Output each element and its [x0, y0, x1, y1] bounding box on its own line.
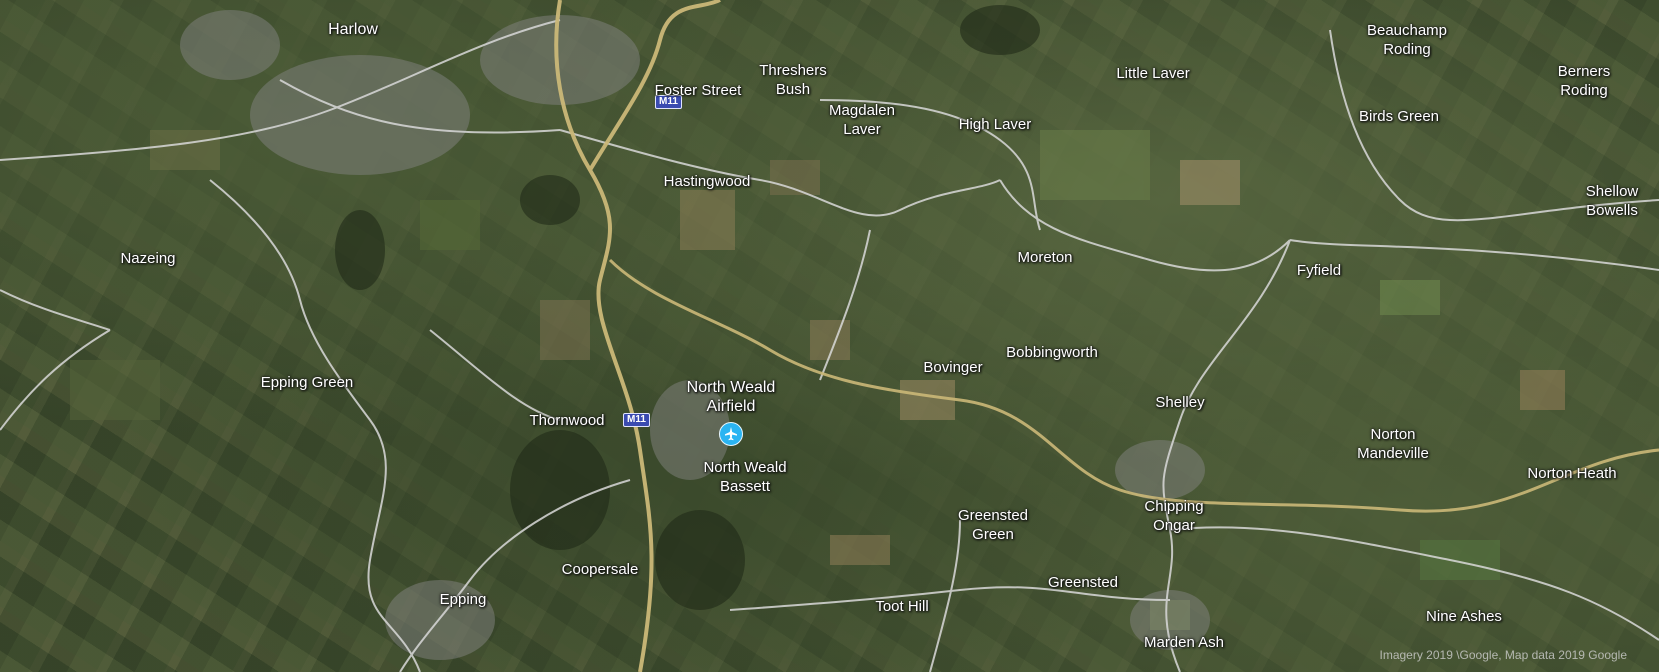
place-label-threshers-bush[interactable]: Threshers Bush [759, 61, 827, 99]
place-label-magdalen-laver[interactable]: Magdalen Laver [829, 101, 895, 139]
place-label-high-laver[interactable]: High Laver [959, 115, 1032, 134]
place-label-epping[interactable]: Epping [440, 590, 487, 609]
place-label-chipping-ongar[interactable]: Chipping Ongar [1144, 497, 1203, 535]
place-label-little-laver[interactable]: Little Laver [1116, 64, 1189, 83]
satellite-map[interactable]: M11 M11 Harlow Foster Street Threshers Bu… [0, 0, 1659, 672]
place-label-shelley[interactable]: Shelley [1155, 393, 1204, 412]
map-attribution: Imagery 2019 \Google, Map data 2019 Goog… [1379, 648, 1628, 662]
place-label-north-weald-bassett[interactable]: North Weald Bassett [703, 458, 786, 496]
place-label-norton-heath[interactable]: Norton Heath [1527, 464, 1616, 483]
airport-icon[interactable] [719, 422, 743, 446]
place-label-nazeing[interactable]: Nazeing [120, 249, 175, 268]
place-label-bobbingworth[interactable]: Bobbingworth [1006, 343, 1098, 362]
place-label-toot-hill[interactable]: Toot Hill [875, 597, 928, 616]
place-label-greensted-green[interactable]: Greensted Green [958, 506, 1028, 544]
place-label-norton-mandeville[interactable]: Norton Mandeville [1357, 425, 1429, 463]
place-label-marden-ash[interactable]: Marden Ash [1144, 633, 1224, 652]
place-label-thornwood[interactable]: Thornwood [529, 411, 604, 430]
place-label-harlow[interactable]: Harlow [328, 20, 378, 39]
place-label-fyfield[interactable]: Fyfield [1297, 261, 1341, 280]
place-label-hastingwood[interactable]: Hastingwood [664, 172, 751, 191]
place-label-berners-roding[interactable]: Berners Roding [1558, 62, 1611, 100]
place-label-greensted[interactable]: Greensted [1048, 573, 1118, 592]
place-label-shellow-bowells[interactable]: Shellow Bowells [1586, 182, 1639, 220]
place-label-moreton[interactable]: Moreton [1017, 248, 1072, 267]
m11-shield-south: M11 [623, 413, 650, 427]
place-label-beauchamp-roding[interactable]: Beauchamp Roding [1367, 21, 1447, 59]
place-label-bovinger[interactable]: Bovinger [923, 358, 982, 377]
place-label-north-weald-airfield[interactable]: North Weald Airfield [687, 378, 776, 416]
place-label-epping-green[interactable]: Epping Green [261, 373, 354, 392]
place-label-coopersale[interactable]: Coopersale [562, 560, 639, 579]
place-label-birds-green[interactable]: Birds Green [1359, 107, 1439, 126]
place-label-foster-street[interactable]: Foster Street [655, 81, 742, 100]
place-label-nine-ashes[interactable]: Nine Ashes [1426, 607, 1502, 626]
